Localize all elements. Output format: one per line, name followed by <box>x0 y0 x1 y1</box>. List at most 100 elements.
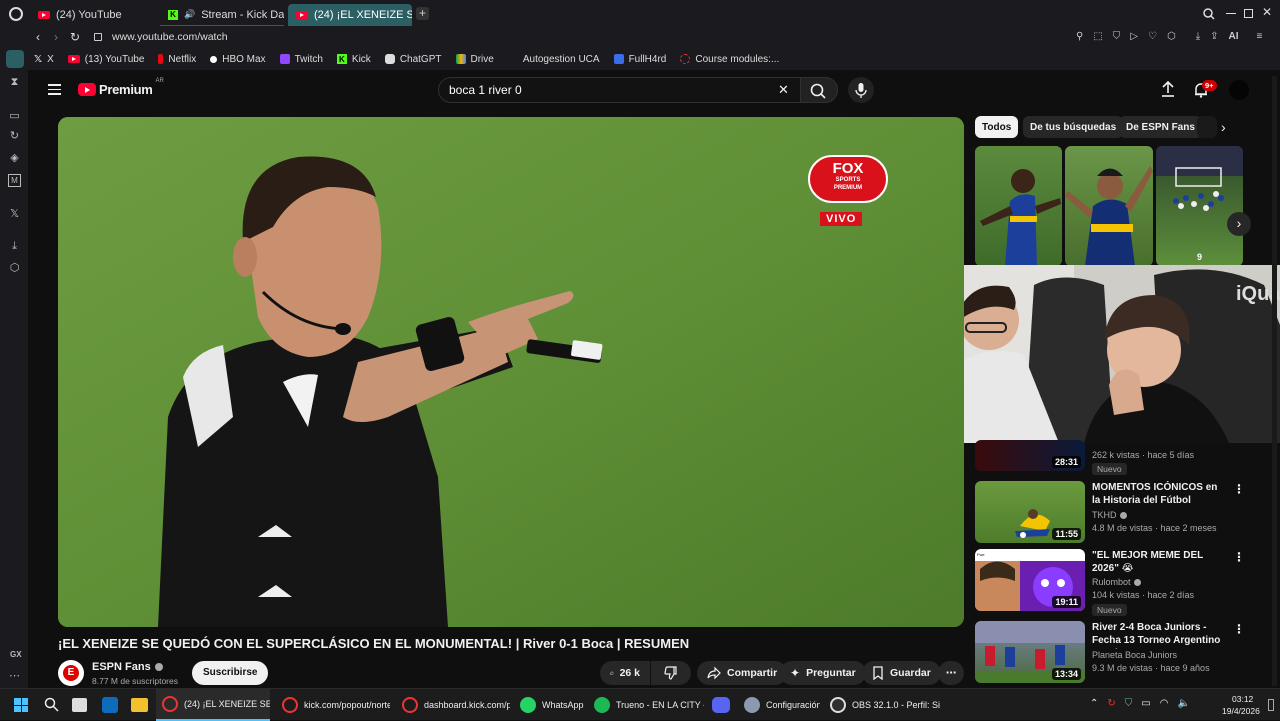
notification-center-icon[interactable] <box>1268 699 1274 711</box>
channel-avatar[interactable]: E <box>58 660 84 686</box>
share-icon[interactable]: ⇪ <box>1210 31 1218 42</box>
outlook-icon[interactable] <box>102 697 118 713</box>
video-player[interactable]: FOX SPORTS PREMIUM VIVO <box>58 117 964 627</box>
search-button[interactable] <box>800 77 838 103</box>
bookmark-kick[interactable]: K Kick <box>336 54 371 65</box>
home-icon[interactable] <box>6 50 24 68</box>
cube-icon[interactable]: ⬡ <box>1167 31 1176 42</box>
clock-date[interactable]: 19/4/2026 <box>1222 706 1260 716</box>
shorts-next-button[interactable]: › <box>1227 212 1251 236</box>
tab-youtube[interactable]: (24) YouTube <box>30 4 160 26</box>
channel-name[interactable]: ESPN Fans <box>92 661 163 673</box>
url-field[interactable]: www.youtube.com/watch <box>112 31 228 43</box>
taskbar-item-obs[interactable]: OBS 32.1.0 - Perfil: Sin Tí <box>826 689 940 721</box>
list-item[interactable]: 11:55 MOMENTOS ICÓNICOS en la Historia d… <box>975 481 1275 545</box>
heart-icon[interactable]: ♡ <box>1148 31 1157 42</box>
snapshot-icon[interactable]: ⬚ <box>1093 31 1102 42</box>
minimize-button[interactable] <box>1226 13 1236 14</box>
m-icon[interactable]: M <box>8 174 21 187</box>
tab-kick-dashboard[interactable]: K 🔊 Stream - Kick Dashbo <box>160 4 284 26</box>
share-button[interactable]: Compartir <box>697 661 788 685</box>
taskbar-item-spotify[interactable]: Trueno - EN LA CITY - R <box>590 689 704 721</box>
sync-icon[interactable]: ↻ <box>1107 698 1115 709</box>
bookmark-fullh4rd[interactable]: FullH4rd <box>613 54 666 65</box>
dislike-button[interactable] <box>651 661 691 685</box>
new-tab-button[interactable]: + <box>416 7 429 20</box>
list-item[interactable]: 28:31 262 k vistas · hace 5 días Nuevo <box>975 440 1275 477</box>
subscribe-button[interactable]: Suscribirse <box>192 661 269 685</box>
short-thumbnail[interactable]: 9 <box>1156 146 1243 266</box>
close-button[interactable]: ✕ <box>1262 5 1272 19</box>
list-item[interactable]: 13:34 River 2-4 Boca Juniors - Fecha 13 … <box>975 621 1275 685</box>
chip-more[interactable] <box>1197 116 1217 138</box>
clear-search-icon[interactable]: ✕ <box>778 82 789 98</box>
bookmark-drive[interactable]: Drive <box>455 54 494 65</box>
ask-button[interactable]: ✦ Preguntar <box>780 661 866 685</box>
tab-current-video[interactable]: (24) ¡EL XENEIZE SE Q <box>288 4 412 26</box>
short-thumbnail[interactable] <box>1065 146 1153 266</box>
taskbar-item-kick-dashboard[interactable]: dashboard.kick.com/po <box>396 689 510 721</box>
clock-time[interactable]: 03:12 <box>1232 694 1253 704</box>
discord-icon[interactable] <box>712 697 730 713</box>
chip-from-searches[interactable]: De tus búsquedas <box>1023 116 1124 138</box>
youtube-premium-logo[interactable]: Premium AR <box>78 78 164 97</box>
upload-icon[interactable] <box>1160 80 1176 98</box>
reload-icon[interactable]: ↻ <box>70 30 80 44</box>
save-button[interactable]: Guardar <box>862 661 941 685</box>
taskbar-item-browser-video[interactable]: (24) ¡EL XENEIZE SE QUE <box>156 689 270 721</box>
forward-icon[interactable]: › <box>54 30 58 44</box>
opera-logo-icon[interactable] <box>9 7 23 21</box>
windows-start-icon[interactable] <box>14 698 28 712</box>
like-button[interactable]: 26 k <box>600 661 650 685</box>
pin-icon[interactable]: ⚲ <box>1076 31 1083 42</box>
chips-next-icon[interactable]: › <box>1221 120 1226 134</box>
taskbar-item-whatsapp[interactable]: WhatsApp <box>516 689 588 721</box>
bookmark-x[interactable]: 𝕏X <box>34 54 54 65</box>
menu-icon[interactable]: ≡ <box>1257 31 1263 42</box>
gx-label[interactable]: GX <box>10 650 22 659</box>
ai-button[interactable]: AI <box>1229 31 1239 42</box>
bookmark-chatgpt[interactable]: ChatGPT <box>384 54 442 65</box>
back-icon[interactable]: ‹ <box>36 30 40 44</box>
security-icon[interactable]: ⛉ <box>1125 698 1133 709</box>
display-icon[interactable]: ▭ <box>1141 698 1150 709</box>
bookmark-youtube[interactable]: (13) YouTube <box>67 54 144 65</box>
more-options-icon[interactable]: ⋮ <box>1233 483 1245 495</box>
game-pad-icon[interactable]: ◈ <box>8 152 21 165</box>
more-icon[interactable]: ⋯ <box>8 670 21 683</box>
more-actions-button[interactable]: ⋯ <box>938 661 964 685</box>
shield-icon[interactable]: ⛉ <box>1113 31 1121 42</box>
wifi-icon[interactable]: ◠ <box>1160 698 1169 709</box>
file-explorer-icon[interactable] <box>131 698 148 712</box>
task-view-icon[interactable] <box>72 698 87 712</box>
short-thumbnail[interactable] <box>975 146 1062 266</box>
avatar[interactable] <box>1229 80 1249 100</box>
bookmark-twitch[interactable]: Twitch <box>279 54 323 65</box>
more-options-icon[interactable]: ⋮ <box>1233 623 1245 635</box>
taskbar-item-kick-popout[interactable]: kick.com/popout/norte <box>276 689 390 721</box>
chip-todos[interactable]: Todos <box>975 116 1019 138</box>
download-icon[interactable]: ⤓ <box>1196 31 1200 42</box>
x-social-icon[interactable]: 𝕏 <box>8 208 21 221</box>
chip-from-channel[interactable]: De ESPN Fans <box>1119 116 1202 138</box>
download-icon[interactable]: ⤓ <box>8 240 21 253</box>
bookmark-course-modules[interactable]: Course modules:... <box>680 54 779 65</box>
extensions-icon[interactable]: ⬡ <box>8 262 21 275</box>
maximize-button[interactable] <box>1244 9 1253 18</box>
search-tabs-icon[interactable] <box>1203 8 1215 20</box>
scrollbar[interactable] <box>1272 76 1277 686</box>
taskbar-search-icon[interactable] <box>44 697 59 712</box>
voice-search-button[interactable] <box>848 77 874 103</box>
bookmark-netflix[interactable]: Netflix <box>158 54 196 65</box>
hourglass-icon[interactable]: ⧗ <box>8 76 21 89</box>
bookmark-hbo-max[interactable]: HBO Max <box>210 54 266 65</box>
more-options-icon[interactable]: ⋮ <box>1233 551 1245 563</box>
hamburger-menu-icon[interactable] <box>48 84 61 95</box>
gamepad-icon[interactable]: ▭ <box>8 110 21 123</box>
taskbar-item-settings[interactable]: Configuración <box>740 689 820 721</box>
play-icon[interactable]: ▷ <box>1130 31 1138 42</box>
bookmark-autogestion[interactable]: Autogestion UCA <box>507 54 600 65</box>
refresh-icon[interactable]: ↻ <box>8 130 21 143</box>
chevron-up-icon[interactable]: ⌃ <box>1090 698 1098 709</box>
list-item[interactable]: Fwe 19:11 "EL MEJOR MEME DEL 2026" 😭 Rul… <box>975 549 1275 616</box>
